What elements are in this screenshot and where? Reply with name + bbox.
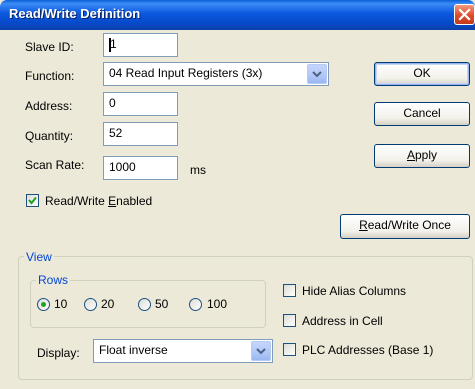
- rw-enabled-mnemonic: E: [108, 194, 117, 208]
- quantity-value: 52: [109, 126, 123, 140]
- function-label: Function:: [25, 69, 75, 83]
- rw-enabled-checkbox[interactable]: [26, 194, 39, 207]
- rows-100-label: 100: [207, 297, 228, 311]
- rw-enabled-text-a: Read/Write: [45, 194, 109, 208]
- display-value: Float inverse: [99, 343, 168, 357]
- apply-button[interactable]: Apply: [374, 144, 470, 168]
- rows-20-label: 20: [101, 297, 115, 311]
- view-group-label: View: [24, 250, 54, 264]
- scan-rate-label: Scan Rate:: [25, 158, 85, 172]
- rows-group-label: Rows: [36, 273, 71, 287]
- quantity-label: Quantity:: [25, 129, 74, 143]
- function-value: 04 Read Input Registers (3x): [109, 66, 263, 80]
- quantity-field[interactable]: 52: [103, 122, 178, 146]
- slave-id-value: 1: [110, 37, 117, 51]
- hide-alias-label[interactable]: Hide Alias Columns: [302, 284, 406, 298]
- close-icon: [458, 8, 471, 21]
- plc-addresses-label[interactable]: PLC Addresses (Base 1): [302, 343, 433, 357]
- rw-once-mnemonic: R: [359, 218, 368, 232]
- address-field[interactable]: 0: [103, 92, 178, 116]
- hide-alias-checkbox[interactable]: [283, 284, 296, 297]
- check-icon: [28, 196, 37, 205]
- radio-selected-dot: [41, 302, 46, 307]
- function-select[interactable]: 04 Read Input Registers (3x): [103, 62, 329, 86]
- rw-enabled-label[interactable]: Read/Write Enabled: [45, 194, 152, 208]
- chevron-down-icon[interactable]: [307, 64, 327, 84]
- apply-text: pply: [415, 148, 438, 162]
- rows-10-label: 10: [54, 297, 68, 311]
- rw-once-text: ead/Write Once: [367, 218, 451, 232]
- title-bar[interactable]: Read/Write Definition: [0, 0, 475, 30]
- rw-enabled-text-b: nabled: [116, 194, 153, 208]
- scan-rate-unit: ms: [190, 163, 206, 177]
- rows-100-radio[interactable]: [189, 298, 202, 311]
- display-select[interactable]: Float inverse: [93, 339, 273, 363]
- plc-addresses-checkbox[interactable]: [283, 343, 296, 356]
- address-in-cell-checkbox[interactable]: [283, 314, 296, 327]
- rows-50-label: 50: [155, 297, 169, 311]
- scan-rate-value: 1000: [109, 160, 136, 174]
- rows-50-radio[interactable]: [138, 298, 151, 311]
- apply-mnemonic: A: [406, 148, 415, 162]
- address-label: Address:: [25, 99, 73, 113]
- read-write-once-button[interactable]: Read/Write Once: [340, 214, 470, 239]
- scan-rate-field[interactable]: 1000: [103, 156, 178, 180]
- address-in-cell-label[interactable]: Address in Cell: [302, 314, 383, 328]
- chevron-down-icon[interactable]: [251, 341, 271, 361]
- cancel-button[interactable]: Cancel: [374, 102, 470, 126]
- slave-id-label: Slave ID:: [25, 40, 74, 54]
- close-button[interactable]: [454, 4, 475, 25]
- ok-button[interactable]: OK: [374, 62, 470, 86]
- display-label: Display:: [37, 346, 80, 360]
- slave-id-field[interactable]: 1: [103, 33, 178, 57]
- rows-20-radio[interactable]: [84, 298, 97, 311]
- address-value: 0: [109, 96, 116, 110]
- rows-10-radio[interactable]: [37, 298, 50, 311]
- window-title: Read/Write Definition: [9, 6, 141, 21]
